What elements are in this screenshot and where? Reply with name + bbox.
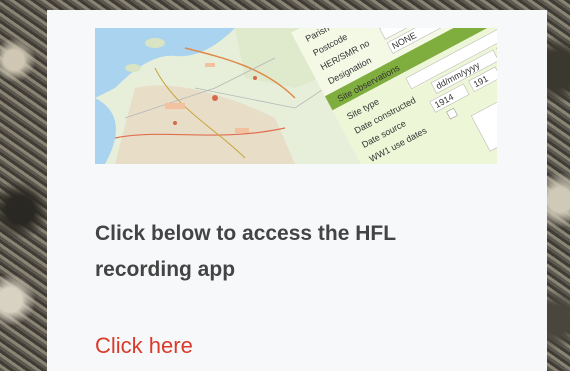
content-card: Parish Postcode HER/SMR no Designation S…: [47, 10, 547, 371]
app-preview-illustration: Parish Postcode HER/SMR no Designation S…: [95, 28, 497, 164]
app-preview-image: Parish Postcode HER/SMR no Designation S…: [95, 28, 497, 164]
card-heading: Click below to access the HFL recording …: [95, 222, 396, 281]
click-here-link[interactable]: Click here: [95, 332, 193, 360]
